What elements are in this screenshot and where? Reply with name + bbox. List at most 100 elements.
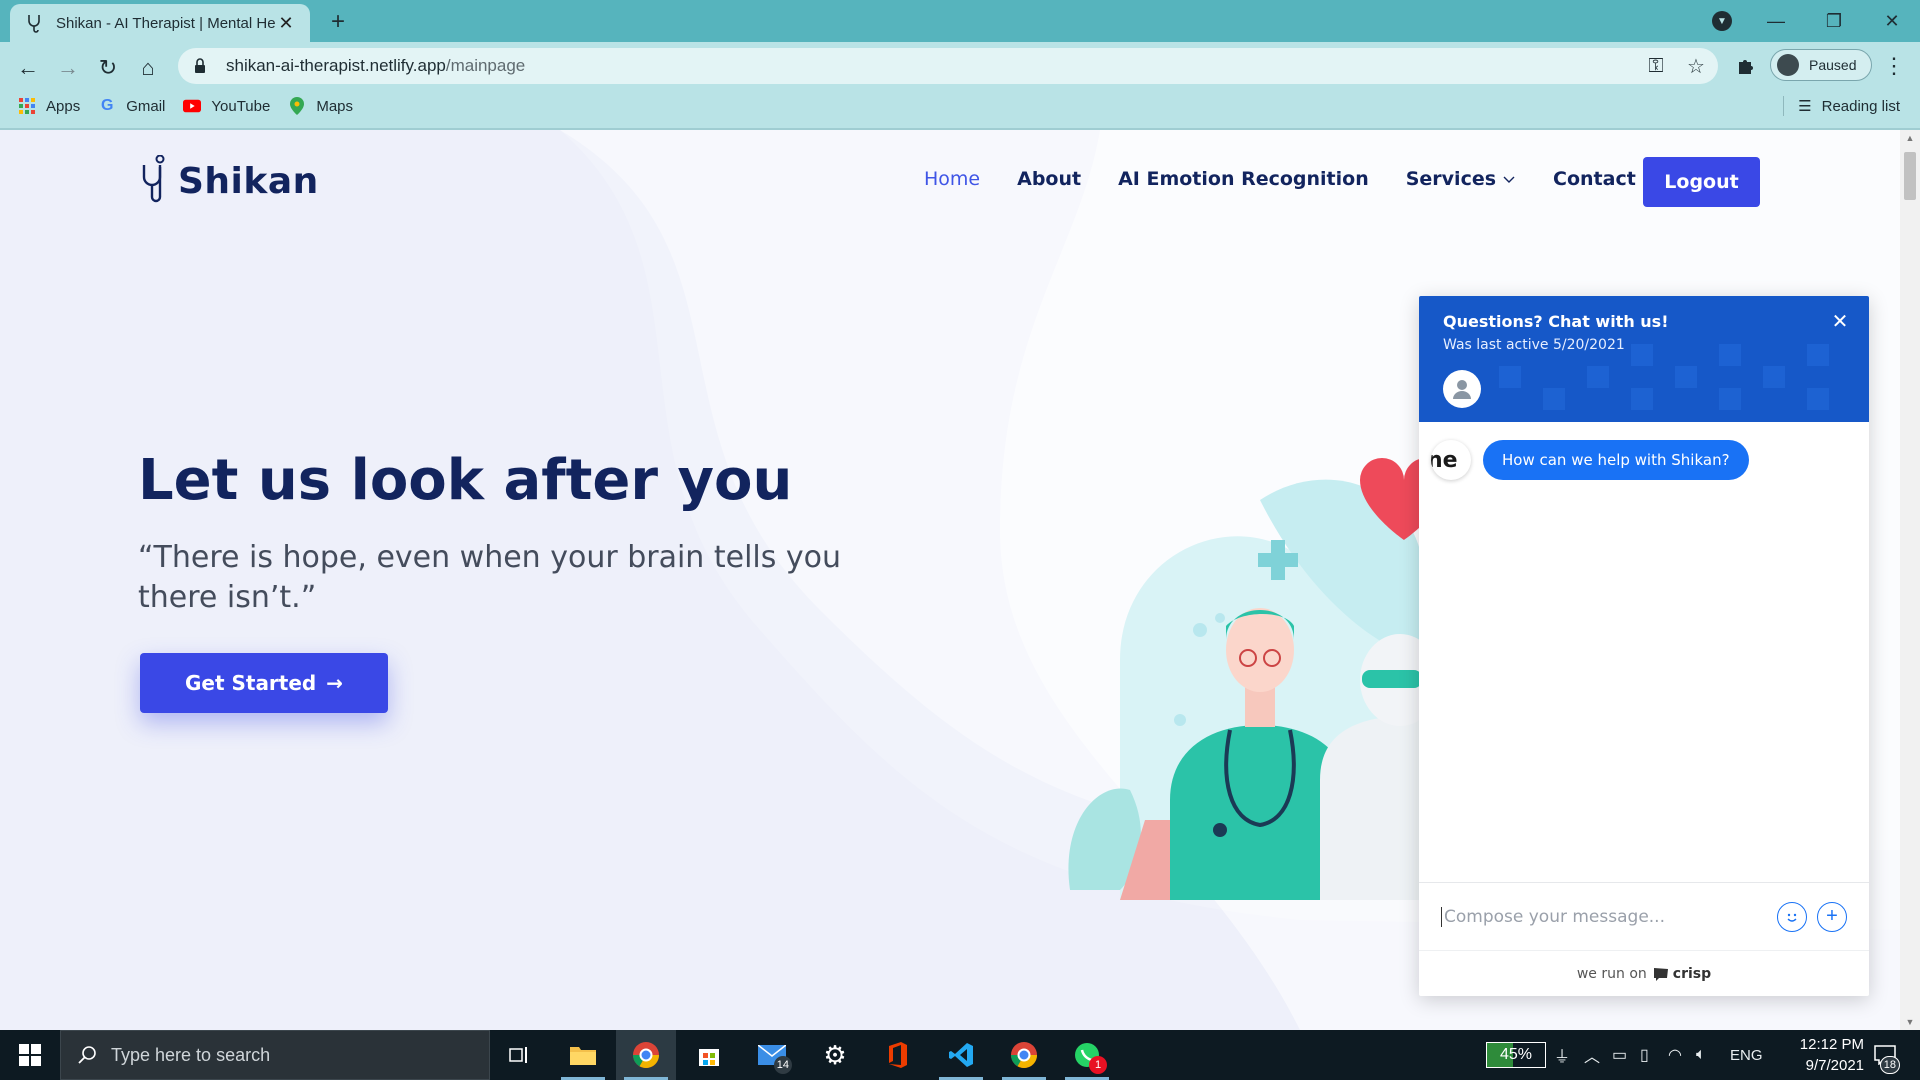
url-text: shikan-ai-therapist.netlify.app/mainpage [226,56,526,75]
scroll-up-icon[interactable]: ▲ [1900,130,1920,146]
forward-arrow-icon[interactable]: → [52,52,84,84]
notifications-badge: 18 [1879,1056,1900,1074]
chevron-up-icon[interactable]: ︿ [1584,1030,1600,1080]
nav-about[interactable]: About [1017,168,1081,190]
address-bar[interactable]: shikan-ai-therapist.netlify.app/mainpage [178,48,1718,84]
bookmark-maps[interactable]: Maps [288,97,353,115]
chat-header: Questions? Chat with us! Was last active… [1419,296,1869,422]
arrow-right-icon: → [326,671,344,695]
bookmarks-bar: Apps G Gmail YouTube Maps [0,92,1920,120]
password-key-icon[interactable]: ⚿ [1642,52,1670,80]
agent-avatar-icon [1443,370,1481,408]
bookmark-label: YouTube [211,97,271,115]
bookmark-label: Maps [316,97,354,115]
mail-badge: 14 [773,1056,792,1074]
nav-services-label: Services [1405,168,1497,190]
bookmark-label: Gmail [126,97,166,115]
chat-last-active: Was last active 5/20/2021 [1443,337,1625,353]
bookmark-star-icon[interactable]: ☆ [1682,52,1710,80]
operator-avatar: ne [1431,440,1471,480]
new-tab-button[interactable]: + [324,8,352,36]
system-clock[interactable]: 12:12 PM 9/7/2021 [1768,1034,1864,1076]
tab-title: Shikan - AI Therapist | Mental He [56,14,276,32]
crisp-brand-label: crisp [1672,965,1712,982]
office-icon[interactable] [868,1030,928,1080]
windows-taskbar: Type here to search 14 ⚙ 1 45% ⏚ ︿ ▭ ▯ ◠ [0,1030,1920,1080]
stethoscope-icon [142,155,165,203]
chevron-down-icon [1503,176,1515,183]
site-logo[interactable]: Shikan [138,155,319,207]
hero-title: Let us look after you [138,448,793,513]
reading-list-icon: ☰ [1798,98,1812,115]
battery-indicator[interactable]: 45% [1486,1042,1546,1068]
bookmark-gmail[interactable]: G Gmail [98,97,165,115]
meet-now-icon[interactable]: ▭ [1612,1030,1627,1080]
close-tab-icon[interactable]: ✕ [276,13,296,33]
browser-tab[interactable]: Shikan - AI Therapist | Mental He ✕ [10,4,310,42]
main-navigation: Home About AI Emotion Recognition Servic… [924,168,1706,190]
hero-quote: “There is hope, even when your brain tel… [138,540,842,615]
crisp-chat-widget: Questions? Chat with us! Was last active… [1419,296,1869,996]
restore-window-button[interactable]: ❐ [1806,0,1862,42]
crisp-brand: crisp [1653,966,1711,982]
notifications-icon[interactable]: 18 [1874,1030,1900,1080]
wifi-icon[interactable]: ◠ [1668,1030,1682,1080]
nav-home[interactable]: Home [924,168,980,190]
microsoft-store-icon[interactable] [679,1030,739,1080]
whatsapp-badge: 1 [1089,1056,1107,1074]
vscode-icon[interactable] [931,1030,991,1080]
extensions-puzzle-icon[interactable] [1732,52,1760,80]
mail-icon[interactable]: 14 [742,1030,802,1080]
scroll-down-icon[interactable]: ▼ [1900,1014,1920,1030]
page-scrollbar[interactable]: ▲ ▼ [1900,130,1920,1030]
back-arrow-icon[interactable]: ← [12,52,44,84]
bookmark-apps[interactable]: Apps [18,97,80,115]
bookmark-youtube[interactable]: YouTube [183,97,270,115]
nav-services[interactable]: Services [1406,168,1516,190]
message-bubble: How can we help with Shikan? [1483,440,1749,480]
profile-status: Paused [1809,57,1857,73]
tab-search-icon[interactable]: ▼ [1712,11,1732,31]
logo-text: Shikan [178,160,319,202]
reading-list-button[interactable]: ☰ Reading list [1783,92,1900,120]
settings-gear-icon[interactable]: ⚙ [805,1030,865,1080]
file-explorer-icon[interactable] [553,1030,613,1080]
get-started-button[interactable]: Get Started → [140,653,388,713]
windows-start-icon[interactable] [0,1030,60,1080]
minimize-window-button[interactable]: — [1748,0,1804,42]
operator-avatar-text: ne [1431,447,1458,473]
power-plug-icon[interactable]: ⏚ [1554,1030,1570,1080]
whatsapp-icon[interactable]: 1 [1057,1030,1117,1080]
chrome-taskbar-icon[interactable] [616,1030,676,1080]
crisp-logo-icon [1653,967,1668,981]
youtube-icon [183,97,202,115]
chat-title: Questions? Chat with us! [1443,312,1669,331]
clock-date: 9/7/2021 [1805,1057,1864,1074]
home-icon[interactable]: ⌂ [132,52,164,84]
reading-list-label: Reading list [1821,97,1900,115]
volume-icon[interactable]: 🔈︎ [1696,1030,1706,1080]
doctors-illustration [1068,458,1420,900]
lock-icon[interactable] [194,58,210,74]
nav-ai-emotion-recognition[interactable]: AI Emotion Recognition [1118,168,1369,190]
close-chat-icon[interactable]: ✕ [1829,310,1851,333]
crisp-footer[interactable]: we run on crisp [1419,950,1869,996]
profile-button[interactable]: Paused [1770,49,1872,81]
language-indicator[interactable]: ENG [1730,1030,1763,1080]
compose-area: Compose your message... + [1419,882,1869,950]
message-input[interactable]: Compose your message... [1441,906,1767,927]
battery-icon[interactable]: ▯ [1640,1030,1649,1080]
reload-icon[interactable]: ↻ [92,52,124,84]
attach-plus-icon[interactable]: + [1817,901,1847,932]
divider [1783,96,1785,116]
emoji-icon[interactable] [1777,901,1807,932]
maps-pin-icon [288,97,306,115]
scrollbar-thumb[interactable] [1904,152,1916,200]
avatar [1777,54,1799,76]
browser-menu-icon[interactable]: ⋮ [1882,52,1906,80]
close-window-button[interactable]: ✕ [1864,0,1920,42]
logout-button[interactable]: Logout [1643,157,1760,207]
task-view-icon[interactable] [490,1030,550,1080]
chrome-profile-icon[interactable] [994,1030,1054,1080]
taskbar-search[interactable]: Type here to search [60,1030,490,1080]
